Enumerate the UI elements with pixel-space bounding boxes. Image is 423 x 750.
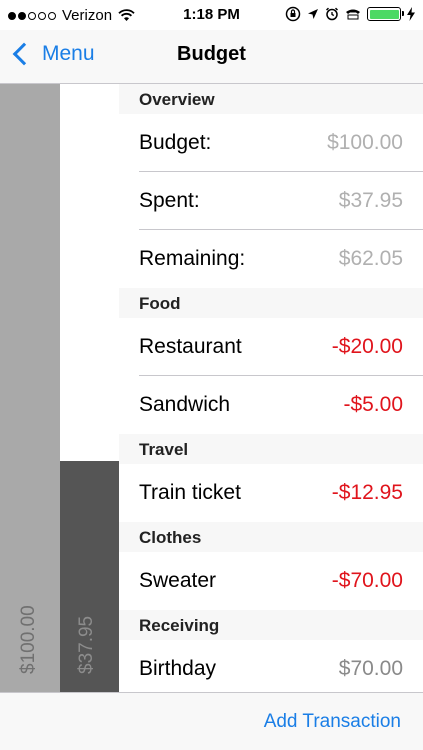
row-label: Remaining: xyxy=(139,247,246,270)
bottom-toolbar: Add Transaction xyxy=(0,692,423,750)
row-label: Sweater xyxy=(139,569,217,592)
row-value: -$12.95 xyxy=(331,481,403,504)
table-row[interactable]: Budget: $100.00 xyxy=(139,114,423,172)
status-bar: Verizon 1:18 PM xyxy=(0,0,423,30)
section-header-clothes: Clothes xyxy=(119,522,423,552)
row-label: Budget: xyxy=(139,130,212,154)
add-transaction-button[interactable]: Add Transaction xyxy=(264,711,401,733)
alarm-clock-icon xyxy=(325,7,339,21)
navigation-bar: Menu Budget xyxy=(0,30,423,84)
page-title: Budget xyxy=(177,43,246,65)
section-header-overview: Overview xyxy=(119,84,423,114)
table-row[interactable]: Remaining: $62.05 xyxy=(139,230,423,288)
table-row[interactable]: Birthday $70.00 xyxy=(139,640,423,692)
spent-bar: $37.95 xyxy=(60,461,119,692)
row-value: $37.95 xyxy=(338,188,403,212)
table-row[interactable]: Train ticket -$12.95 xyxy=(139,464,423,522)
spent-bar-label: $37.95 xyxy=(76,615,97,674)
row-label: Spent: xyxy=(139,188,200,212)
section-header-travel: Travel xyxy=(119,434,423,464)
section-header-food: Food xyxy=(119,288,423,318)
row-label: Restaurant xyxy=(139,334,242,358)
row-value: -$5.00 xyxy=(343,393,403,416)
table-row[interactable]: Spent: $37.95 xyxy=(139,172,423,230)
rotation-lock-icon xyxy=(285,6,301,22)
row-value: $100.00 xyxy=(327,130,403,154)
row-label: Sandwich xyxy=(139,393,231,416)
tty-icon xyxy=(346,9,360,20)
budget-bar-label: $100.00 xyxy=(18,605,39,674)
location-arrow-icon xyxy=(308,9,318,19)
row-value: -$70.00 xyxy=(331,569,403,592)
battery-icon xyxy=(367,7,404,21)
section-header-receiving: Receiving xyxy=(119,610,423,640)
table-row[interactable]: Sandwich -$5.00 xyxy=(139,376,423,434)
battery-fill xyxy=(369,9,399,19)
table-row[interactable]: Restaurant -$20.00 xyxy=(139,318,423,376)
status-right xyxy=(285,6,415,22)
budget-table[interactable]: Overview Budget: $100.00 Spent: $37.95 R… xyxy=(119,84,423,692)
row-label: Birthday xyxy=(139,657,217,680)
charging-bolt-icon xyxy=(407,7,415,21)
row-value: $62.05 xyxy=(338,247,403,270)
table-row[interactable]: Sweater -$70.00 xyxy=(139,552,423,610)
row-value: $70.00 xyxy=(338,657,403,680)
budget-bar: $100.00 xyxy=(0,84,60,692)
row-value: -$20.00 xyxy=(331,334,403,358)
row-label: Train ticket xyxy=(139,481,241,504)
budget-bar-chart: $100.00 $37.95 xyxy=(0,84,119,692)
